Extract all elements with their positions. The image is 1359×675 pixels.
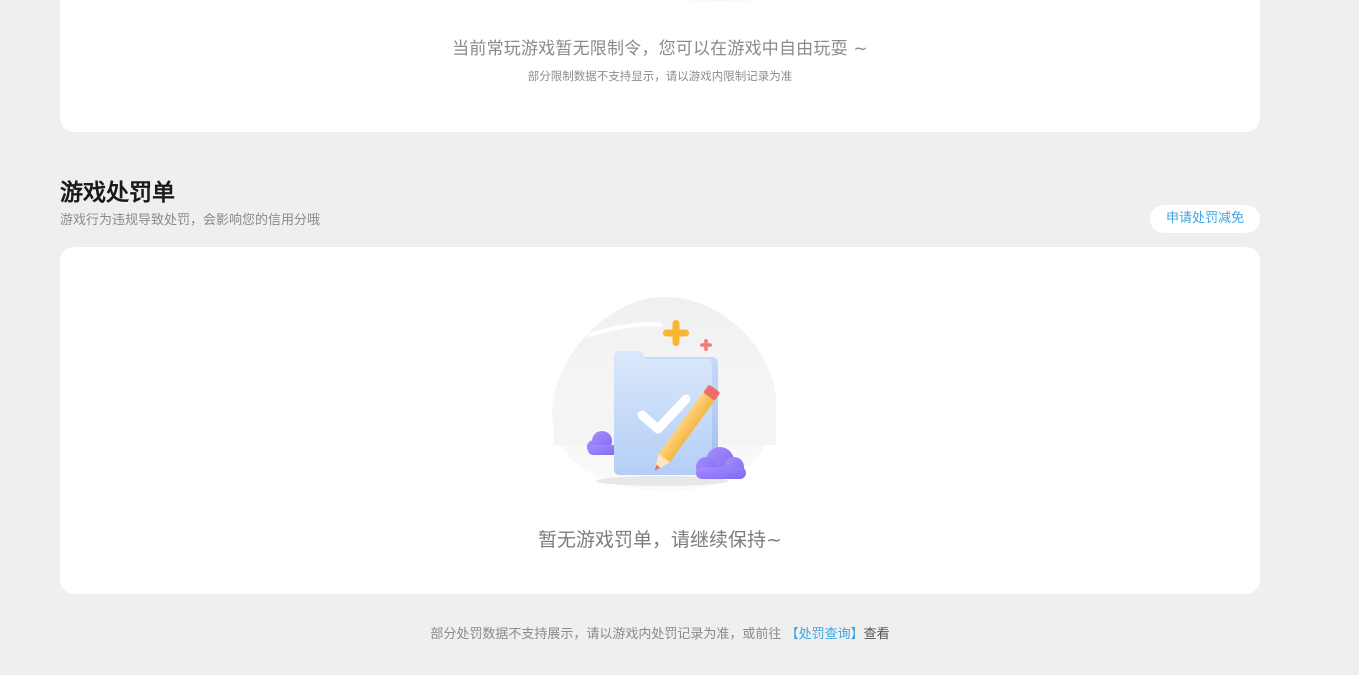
illustration-shadow xyxy=(660,0,780,2)
section-title-penalty: 游戏处罚单 xyxy=(60,180,175,206)
restriction-note: 部分限制数据不支持显示，请以游戏内限制记录为准 xyxy=(527,69,793,83)
footer-note-suffix: 查看 xyxy=(863,627,890,642)
footer-note-text: 部分处罚数据不支持展示，请以游戏内处罚记录为准，或前往 xyxy=(430,627,782,642)
penalty-query-link[interactable]: 【处罚查询】 xyxy=(786,627,864,642)
section-description-penalty: 游戏行为违规导致处罚，会影响您的信用分哦 xyxy=(60,213,321,228)
penalty-card: 暂无游戏罚单，请继续保持~ xyxy=(60,247,1260,594)
empty-folder-check-pencil-icon xyxy=(552,296,777,491)
apply-penalty-reduction-button[interactable]: 申请处罚减免 xyxy=(1150,205,1260,233)
restriction-card: 当前常玩游戏暂无限制令，您可以在游戏中自由玩耍 ~ 部分限制数据不支持显示，请以… xyxy=(60,0,1260,132)
penalty-empty-message: 暂无游戏罚单，请继续保持~ xyxy=(538,529,782,551)
footer-note: 部分处罚数据不支持展示，请以游戏内处罚记录为准，或前往 【处罚查询】查看 xyxy=(0,626,1320,644)
restriction-empty-message: 当前常玩游戏暂无限制令，您可以在游戏中自由玩耍 ~ xyxy=(452,39,868,59)
